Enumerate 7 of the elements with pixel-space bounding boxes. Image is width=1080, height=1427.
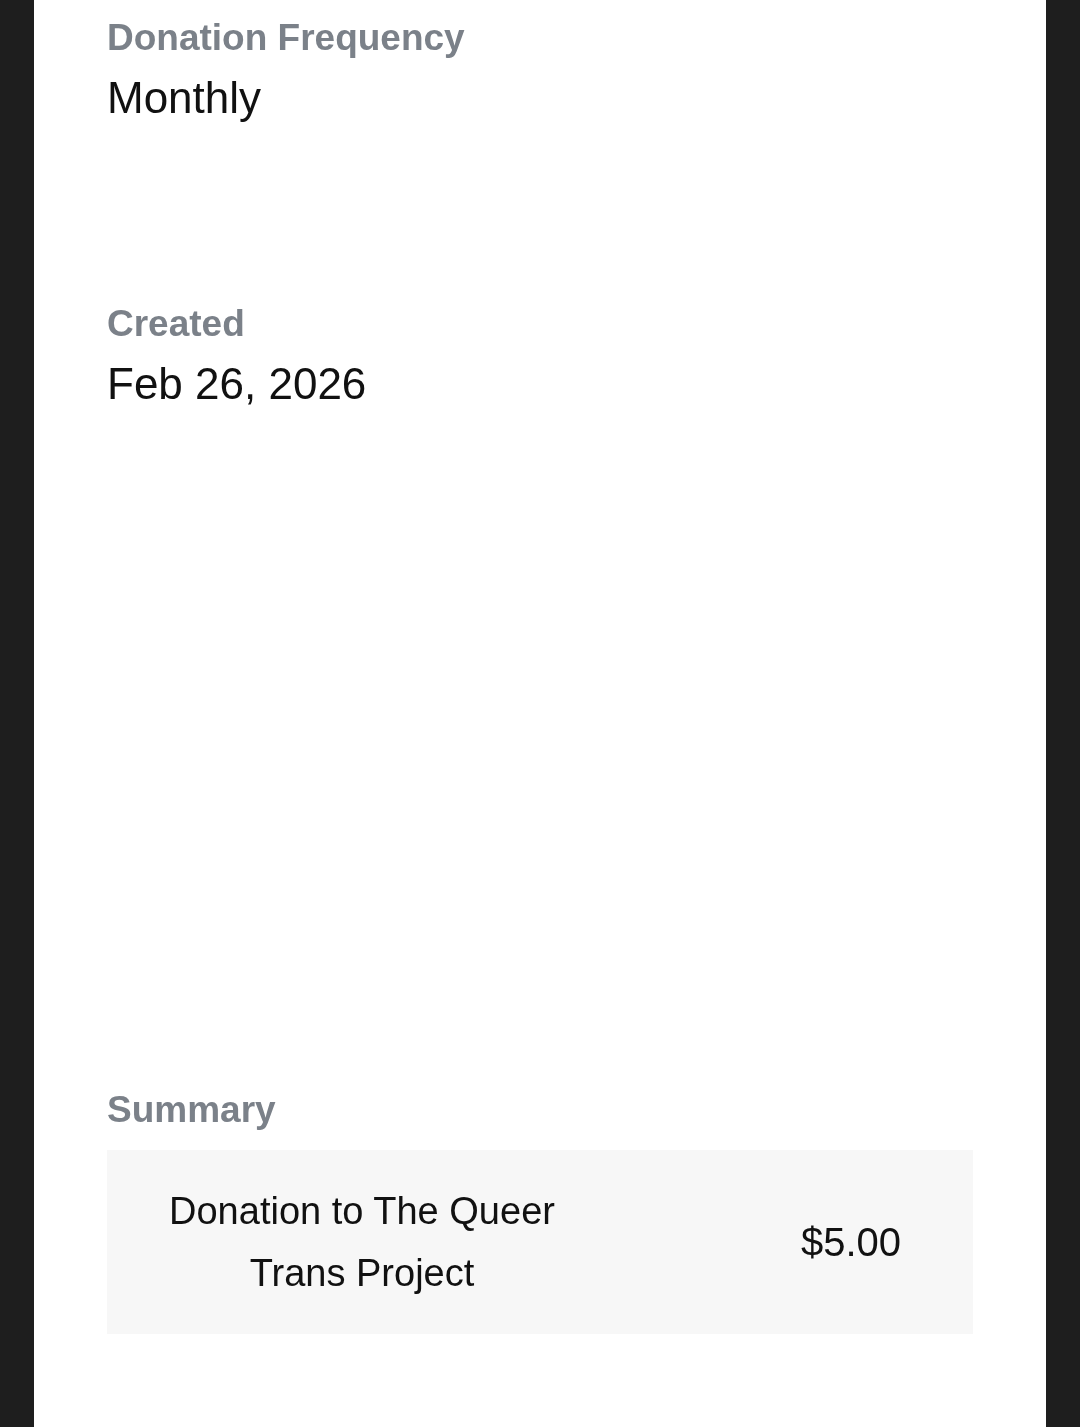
field-value: Feb 26, 2026: [107, 358, 368, 410]
field-label: Created: [107, 302, 246, 346]
field-value: Monthly: [107, 72, 263, 124]
item-amount: $5.00: [799, 1219, 902, 1265]
field-label: Donation Frequency: [107, 16, 466, 60]
section-heading: Summary: [107, 1088, 277, 1132]
item-description: Donation to The Queer Trans Project: [168, 1189, 556, 1296]
